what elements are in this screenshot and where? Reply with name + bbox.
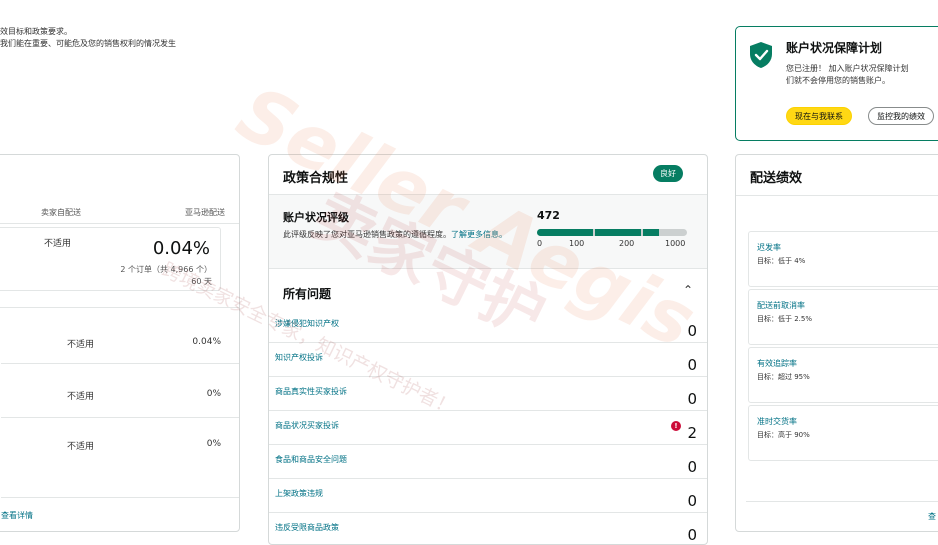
metric-name[interactable]: 配送前取消率 [757,300,805,311]
ahr-title: 账户状况评级 [283,211,349,224]
all-issues-title: 所有问题 [283,287,332,301]
row-amazon-value: 0% [206,439,221,449]
metric-name[interactable]: 准时交货率 [757,416,797,427]
divider [1,363,239,364]
customer-service-card: 卖家自配送 亚马逊配送 不适用 0.04% 2 个订单（共 4,966 个） 6… [0,154,240,532]
intro-line-2: 我们能在重要、可能危及您的销售权利的情况发生 [0,39,176,48]
divider [746,501,938,502]
ahp-desc-line-2: 们就不会停用您的销售账户。 [786,76,890,85]
issue-count: 0 [687,322,697,340]
shipping-view-details-link[interactable]: 查 [928,511,936,522]
ahp-desc-line-1: 您已注册！ 加入账户状况保障计划 [786,64,909,73]
issue-count: 0 [687,356,697,374]
intro-line-1: 效目标和政策要求。 [0,27,72,36]
issue-label[interactable]: 知识产权投诉 [275,352,323,363]
divider [0,307,239,308]
metric-valid-tracking-rate[interactable]: 有效追踪率 目标：超过 95% [748,347,938,403]
shipping-card-title: 配送绩效 [750,171,803,186]
metric-name[interactable]: 迟发率 [757,242,781,253]
ahr-bar-segment [537,229,593,236]
metric-target: 目标：低于 2.5% [757,315,813,323]
divider [0,223,239,224]
contact-me-button[interactable]: 现在与我联系 [786,107,852,125]
issue-count: 0 [687,390,697,408]
ahr-score-bar [537,229,687,236]
column-header-amazon-fulfilled: 亚马逊配送 [185,208,225,217]
metric-target: 目标：低于 4% [757,257,806,265]
divider [1,417,239,418]
issue-row[interactable]: 商品状况买家投诉 ! 2 [269,411,707,445]
policy-card-header: 政策合规性 良好 [269,155,707,195]
alert-icon: ! [671,421,681,431]
ahr-bar-fill [643,229,659,236]
issue-row[interactable]: 上架政策违规 0 [269,479,707,513]
divider [736,195,938,196]
row-amazon-value: 0% [206,389,221,399]
ahp-title: 账户状况保障计划 [786,41,883,55]
issue-label[interactable]: 违反受限商品政策 [275,522,339,533]
ahr-score: 472 [537,209,560,222]
scale-tick: 0 [537,239,543,248]
issue-label[interactable]: 食品和商品安全问题 [275,454,347,465]
chevron-up-icon[interactable]: ⌃ [683,283,693,297]
column-header-seller-fulfilled: 卖家自配送 [41,208,81,217]
scale-tick: 1000 [665,239,686,248]
issue-count: 0 [687,526,697,544]
issue-count: 2 [687,424,697,442]
shield-check-icon [750,42,772,68]
metric-name[interactable]: 有效追踪率 [757,358,797,369]
seller-rate-value: 不适用 [44,239,72,249]
view-details-link[interactable]: 查看详情 [1,510,33,521]
monitor-performance-button[interactable]: 监控我的绩效 [868,107,934,125]
issue-row[interactable]: 涉嫌侵犯知识产权 0 [269,309,707,343]
issue-label[interactable]: 涉嫌侵犯知识产权 [275,318,339,329]
ahr-description: 此评级反映了您对亚马逊销售政策的遵循程度。了解更多信息。 [283,229,523,241]
metric-on-time-delivery-rate[interactable]: 准时交货率 目标：高于 90% [748,405,938,461]
issue-label[interactable]: 商品状况买家投诉 [275,420,339,431]
ahp-description: 您已注册！ 加入账户状况保障计划 们就不会停用您的销售账户。 [786,63,938,87]
order-count-text: 2 个订单（共 4,966 个） [120,265,212,274]
order-defect-rate-box: 不适用 0.04% 2 个订单（共 4,966 个） 60 天 [0,227,221,291]
policy-compliance-card: 政策合规性 良好 账户状况评级 此评级反映了您对亚马逊销售政策的遵循程度。了解更… [268,154,708,545]
amazon-rate-value: 0.04% [152,238,210,259]
issue-count: 0 [687,492,697,510]
issue-label[interactable]: 上架政策违规 [275,488,323,499]
row-seller-value: 不适用 [67,392,95,402]
scale-tick: 200 [619,239,635,248]
issue-row[interactable]: 违反受限商品政策 0 [269,513,707,544]
divider [1,497,239,498]
account-health-rating-box: 账户状况评级 此评级反映了您对亚马逊销售政策的遵循程度。了解更多信息。 472 … [269,195,707,269]
metric-pre-fulfillment-cancel-rate[interactable]: 配送前取消率 目标：低于 2.5% [748,289,938,345]
issue-row[interactable]: 食品和商品安全问题 0 [269,445,707,479]
issue-count: 0 [687,458,697,476]
issue-row[interactable]: 知识产权投诉 0 [269,343,707,377]
metric-late-shipment-rate[interactable]: 迟发率 目标：低于 4% [748,231,938,287]
policy-card-title: 政策合规性 [283,171,349,186]
period-text: 60 天 [191,277,212,286]
metric-target: 目标：超过 95% [757,373,810,381]
metric-target: 目标：高于 90% [757,431,810,439]
row-amazon-value: 0.04% [192,337,221,347]
row-seller-value: 不适用 [67,340,95,350]
ahr-bar-segment [595,229,641,236]
issue-row[interactable]: 商品真实性买家投诉 0 [269,377,707,411]
intro-text: 效目标和政策要求。 我们能在重要、可能危及您的销售权利的情况发生 [0,26,176,50]
learn-more-link[interactable]: 了解更多信息。 [451,230,507,239]
status-badge: 良好 [653,165,683,182]
account-health-assurance-card: 账户状况保障计划 您已注册！ 加入账户状况保障计划 们就不会停用您的销售账户。 … [735,26,938,141]
shipping-performance-card: 配送绩效 迟发率 目标：低于 4% 配送前取消率 目标：低于 2.5% 有效追踪… [735,154,938,532]
issue-label[interactable]: 商品真实性买家投诉 [275,386,347,397]
ahr-description-text: 此评级反映了您对亚马逊销售政策的遵循程度。 [283,230,451,239]
row-seller-value: 不适用 [67,442,95,452]
scale-tick: 100 [569,239,585,248]
